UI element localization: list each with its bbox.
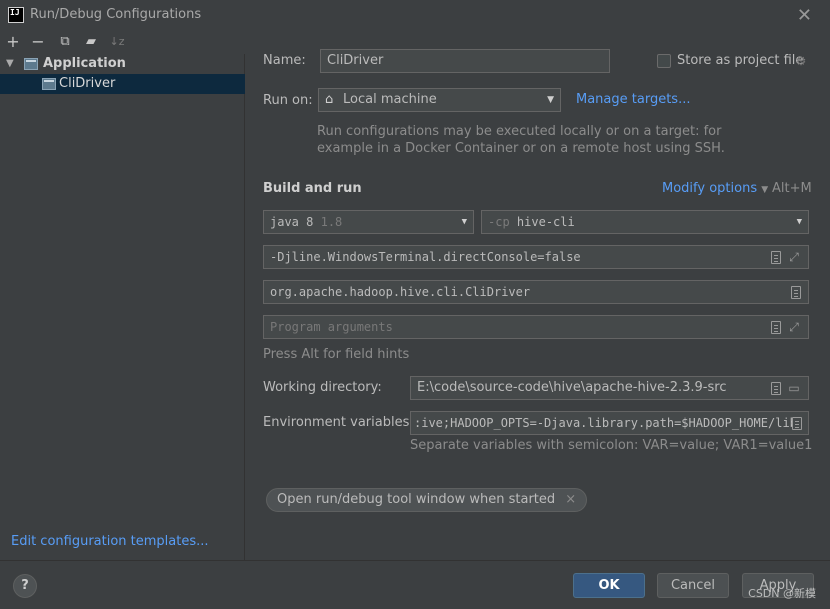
tree-item-clidriver[interactable]: CliDriver bbox=[0, 74, 245, 94]
run-on-dropdown[interactable]: ⌂ Local machine ▼ bbox=[318, 88, 561, 112]
working-directory-value: E:\code\source-code\hive\apache-hive-2.3… bbox=[417, 380, 727, 395]
gear-icon[interactable]: ⚙ bbox=[795, 54, 807, 68]
run-on-hint-line1: Run configurations may be executed local… bbox=[317, 124, 722, 139]
tree-item-label: Application bbox=[43, 56, 126, 71]
cp-flag: -cp bbox=[488, 215, 510, 229]
document-icon[interactable] bbox=[771, 382, 781, 395]
chevron-down-icon: ▼ bbox=[547, 95, 554, 105]
tree-item-label: CliDriver bbox=[59, 76, 116, 91]
copy-icon[interactable]: ⧉ bbox=[56, 32, 74, 52]
manage-targets-link[interactable]: Manage targets... bbox=[576, 92, 690, 107]
environment-variables-label: Environment variables: bbox=[263, 415, 414, 430]
run-on-hint-line2: example in a Docker Container or on a re… bbox=[317, 141, 725, 156]
tree-item-application[interactable]: ▼ Application bbox=[0, 54, 245, 74]
program-arguments-field[interactable]: Program arguments ⤢ bbox=[263, 315, 809, 339]
open-tool-window-label: Open run/debug tool window when started bbox=[277, 492, 556, 507]
jdk-name: java 8 bbox=[270, 215, 314, 229]
add-icon[interactable]: + bbox=[4, 32, 22, 52]
classpath-module-dropdown[interactable]: -cp hive-cli ▼ bbox=[481, 210, 809, 234]
document-icon[interactable] bbox=[791, 286, 801, 299]
edit-configuration-templates-link[interactable]: Edit configuration templates... bbox=[11, 534, 209, 549]
config-toolbar: + − ⧉ ▰ ↓z bbox=[0, 31, 245, 53]
title-bar: IJ Run/Debug Configurations ✕ bbox=[0, 0, 830, 31]
run-on-label: Run on: bbox=[263, 93, 313, 108]
configuration-form: Name: CliDriver Store as project file ⚙ … bbox=[246, 31, 830, 560]
modify-options-link[interactable]: Modify options ▼ bbox=[662, 181, 768, 196]
run-on-value: Local machine bbox=[343, 92, 437, 107]
intellij-logo-icon: IJ bbox=[8, 7, 24, 23]
sort-icon[interactable]: ↓z bbox=[108, 32, 126, 52]
chevron-down-icon: ▼ bbox=[461, 217, 467, 227]
home-icon: ⌂ bbox=[325, 92, 334, 107]
chevron-down-icon: ▼ bbox=[761, 185, 769, 195]
dialog-button-bar: ? OK Cancel Apply CSDN @新模 bbox=[0, 560, 830, 609]
chevron-down-icon[interactable]: ▼ bbox=[6, 54, 14, 74]
document-icon[interactable] bbox=[771, 321, 781, 334]
main-class-value: org.apache.hadoop.hive.cli.CliDriver bbox=[270, 285, 531, 299]
application-config-icon bbox=[42, 78, 56, 90]
remove-option-icon[interactable]: × bbox=[565, 492, 576, 507]
application-icon bbox=[24, 58, 38, 70]
main-class-field[interactable]: org.apache.hadoop.hive.cli.CliDriver bbox=[263, 280, 809, 304]
configuration-tree-panel: ▼ Application CliDriver Edit configurati… bbox=[0, 54, 245, 560]
environment-variables-field[interactable]: :ive;HADOOP_OPTS=-Djava.library.path=$HA… bbox=[410, 411, 809, 435]
environment-variables-hint: Separate variables with semicolon: VAR=v… bbox=[410, 438, 813, 453]
name-label: Name: bbox=[263, 53, 306, 68]
name-field[interactable]: CliDriver bbox=[320, 49, 610, 73]
folder-icon[interactable]: ▭ bbox=[788, 381, 800, 395]
watermark: CSDN @新模 bbox=[748, 587, 816, 600]
document-icon[interactable] bbox=[792, 417, 802, 430]
ok-button[interactable]: OK bbox=[573, 573, 645, 598]
open-tool-window-option[interactable]: Open run/debug tool window when started … bbox=[266, 488, 588, 512]
working-directory-field[interactable]: E:\code\source-code\hive\apache-hive-2.3… bbox=[410, 376, 809, 400]
field-hint-text: Press Alt for field hints bbox=[263, 347, 410, 362]
close-icon[interactable]: ✕ bbox=[797, 5, 812, 26]
modify-options-shortcut: Alt+M bbox=[772, 181, 812, 196]
vm-options-field[interactable]: -Djline.WindowsTerminal.directConsole=fa… bbox=[263, 245, 809, 269]
help-button[interactable]: ? bbox=[13, 574, 37, 598]
store-as-project-file-label: Store as project file bbox=[677, 53, 804, 68]
build-and-run-heading: Build and run bbox=[263, 181, 362, 196]
expand-icon[interactable]: ⤢ bbox=[788, 250, 800, 264]
store-as-project-file-checkbox[interactable] bbox=[657, 54, 671, 68]
working-directory-label: Working directory: bbox=[263, 380, 382, 395]
expand-icon[interactable]: ⤢ bbox=[788, 320, 800, 334]
window-title: Run/Debug Configurations bbox=[30, 7, 202, 22]
document-icon[interactable] bbox=[771, 251, 781, 264]
new-folder-icon[interactable]: ▰ bbox=[82, 32, 100, 52]
modify-options-label: Modify options bbox=[662, 181, 758, 196]
chevron-down-icon: ▼ bbox=[796, 217, 802, 227]
remove-icon[interactable]: − bbox=[29, 32, 47, 52]
program-arguments-placeholder: Program arguments bbox=[270, 320, 393, 334]
jdk-dropdown[interactable]: java 8 1.8 ▼ bbox=[263, 210, 474, 234]
jdk-version: 1.8 bbox=[320, 215, 343, 229]
vm-options-value: -Djline.WindowsTerminal.directConsole=fa… bbox=[270, 250, 581, 264]
environment-variables-value: :ive;HADOOP_OPTS=-Djava.library.path=$HA… bbox=[414, 416, 797, 430]
cp-module: hive-cli bbox=[516, 215, 575, 229]
cancel-button[interactable]: Cancel bbox=[657, 573, 729, 598]
